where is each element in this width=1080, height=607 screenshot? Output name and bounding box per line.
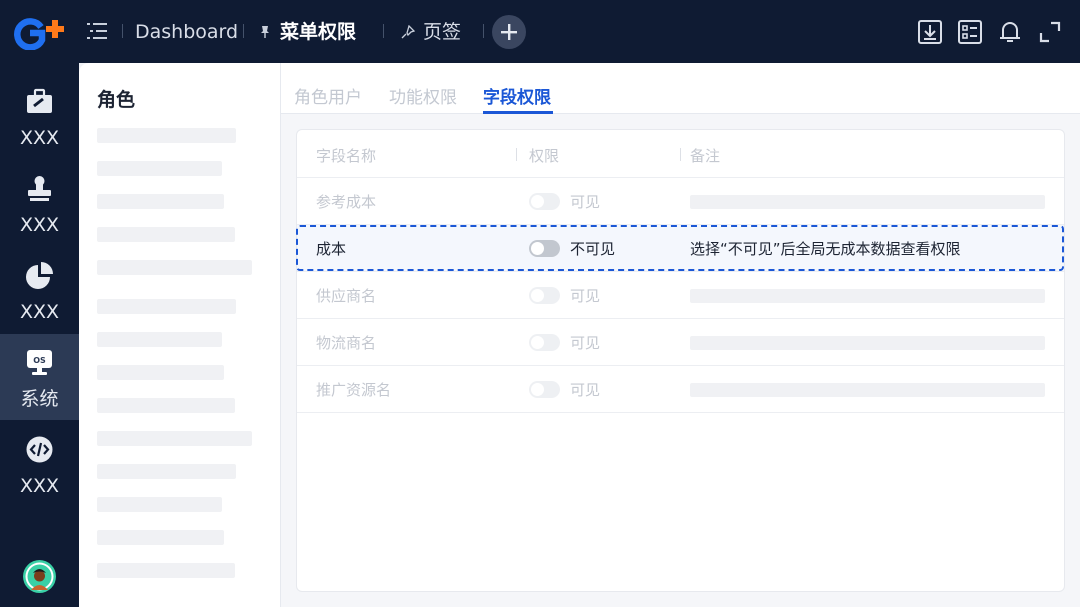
rail-item-label: XXX — [19, 214, 60, 236]
permission-tabs: 角色用户 功能权限 字段权限 — [281, 63, 1080, 114]
permission-toggle[interactable] — [529, 287, 560, 304]
roles-title: 角色 — [97, 89, 136, 111]
permission-label: 可见 — [570, 334, 601, 352]
role-item-placeholder[interactable] — [97, 497, 222, 512]
toggle-knob — [531, 195, 544, 208]
field-name: 物流商名 — [316, 334, 377, 352]
user-avatar[interactable] — [23, 560, 56, 593]
toggle-knob — [531, 336, 544, 349]
os-monitor-icon: OS — [27, 350, 52, 375]
pie-chart-icon — [26, 262, 53, 289]
role-item-placeholder[interactable] — [97, 128, 236, 143]
role-item-placeholder[interactable] — [97, 563, 235, 578]
field-permission-table: 字段名称 权限 备注 参考成本 可见 成本 不可见 选择“不可见”后全局无成本数… — [296, 129, 1065, 592]
toggle-knob — [531, 289, 544, 302]
role-item-placeholder[interactable] — [97, 530, 224, 545]
divider — [122, 24, 123, 38]
bell-icon[interactable] — [997, 19, 1023, 45]
breadcrumb-tabs[interactable]: 页签 — [401, 18, 461, 46]
permission-toggle[interactable] — [529, 193, 560, 210]
rail-item-3[interactable]: XXX — [0, 247, 79, 333]
toggle-knob — [531, 383, 544, 396]
app-logo — [14, 18, 64, 50]
role-item-placeholder[interactable] — [97, 332, 222, 347]
permission-toggle[interactable] — [529, 381, 560, 398]
column-header-field-name: 字段名称 — [316, 147, 377, 165]
rail-item-label: XXX — [19, 301, 60, 323]
permission-toggle[interactable] — [529, 334, 560, 351]
avatar-image — [25, 562, 54, 591]
table-row: 推广资源名 可见 — [297, 366, 1064, 413]
role-item-placeholder[interactable] — [97, 431, 252, 446]
roles-panel: 角色 — [79, 63, 281, 607]
stamp-icon — [28, 176, 51, 201]
permission-label: 可见 — [570, 381, 601, 399]
breadcrumb-dashboard[interactable]: Dashboard — [135, 18, 238, 46]
role-item-placeholder[interactable] — [97, 365, 224, 380]
role-item-placeholder[interactable] — [97, 299, 236, 314]
rail-item-label: 系统 — [20, 388, 59, 410]
role-item-placeholder[interactable] — [97, 161, 222, 176]
role-item-placeholder[interactable] — [97, 464, 236, 479]
table-header: 字段名称 权限 备注 — [297, 130, 1064, 178]
os-badge-text: OS — [33, 356, 46, 365]
role-item-placeholder[interactable] — [97, 194, 224, 209]
active-tab-indicator — [483, 111, 553, 114]
tab-function-permissions[interactable]: 功能权限 — [389, 83, 457, 108]
divider — [243, 24, 244, 38]
main-content: 角色用户 功能权限 字段权限 字段名称 权限 备注 参考成本 可见 成本 不可见… — [281, 63, 1080, 607]
rail-item-2[interactable]: XXX — [0, 160, 79, 246]
note-placeholder — [690, 336, 1045, 350]
column-header-permission: 权限 — [529, 147, 560, 165]
table-row: 参考成本 可见 — [297, 178, 1064, 225]
code-icon — [26, 436, 53, 463]
note-placeholder — [690, 383, 1045, 397]
permission-label: 可见 — [570, 287, 601, 305]
breadcrumb-label: 菜单权限 — [280, 21, 357, 43]
rail-item-1[interactable]: XXX — [0, 73, 79, 159]
role-item-placeholder[interactable] — [97, 227, 235, 242]
field-name: 参考成本 — [316, 193, 377, 211]
permission-label: 不可见 — [570, 240, 616, 258]
plus-icon — [501, 24, 517, 40]
column-header-note: 备注 — [690, 147, 721, 165]
rail-item-system[interactable]: OS 系统 — [0, 334, 79, 420]
top-bar: Dashboard 菜单权限 页签 — [0, 0, 1080, 63]
pin-outline-icon — [401, 25, 415, 39]
menu-toggle-icon[interactable] — [86, 21, 108, 41]
side-rail: XXX XXX XXX OS 系统 XXX — [0, 63, 79, 607]
fullscreen-icon[interactable] — [1037, 19, 1063, 45]
role-item-placeholder[interactable] — [97, 398, 235, 413]
tab-role-users[interactable]: 角色用户 — [294, 83, 362, 108]
role-item-placeholder[interactable] — [97, 260, 252, 275]
column-divider — [516, 148, 517, 161]
note-placeholder — [690, 289, 1045, 303]
breadcrumb-label: 页签 — [423, 21, 462, 43]
breadcrumb-menu-permission[interactable]: 菜单权限 — [258, 18, 356, 46]
toggle-knob — [531, 242, 544, 255]
table-row: 物流商名 可见 — [297, 319, 1064, 366]
divider — [483, 24, 484, 38]
field-name: 供应商名 — [316, 287, 377, 305]
toolbox-icon — [27, 88, 52, 113]
rail-item-label: XXX — [19, 127, 60, 149]
permission-toggle[interactable] — [529, 240, 560, 257]
add-tab-button[interactable] — [492, 15, 526, 49]
download-icon[interactable] — [917, 19, 943, 45]
field-name: 成本 — [316, 240, 347, 258]
divider — [383, 24, 384, 38]
permission-label: 可见 — [570, 193, 601, 211]
field-name: 推广资源名 — [316, 381, 392, 399]
tab-field-permissions[interactable]: 字段权限 — [483, 83, 551, 108]
table-row: 供应商名 可见 — [297, 272, 1064, 319]
pin-filled-icon — [261, 26, 269, 38]
column-divider — [680, 148, 681, 161]
table-row-highlighted: 成本 不可见 选择“不可见”后全局无成本数据查看权限 — [297, 225, 1064, 272]
checklist-icon[interactable] — [957, 19, 983, 45]
rail-item-label: XXX — [19, 475, 60, 497]
rail-item-5[interactable]: XXX — [0, 421, 79, 507]
note-text: 选择“不可见”后全局无成本数据查看权限 — [690, 240, 961, 258]
note-placeholder — [690, 195, 1045, 209]
